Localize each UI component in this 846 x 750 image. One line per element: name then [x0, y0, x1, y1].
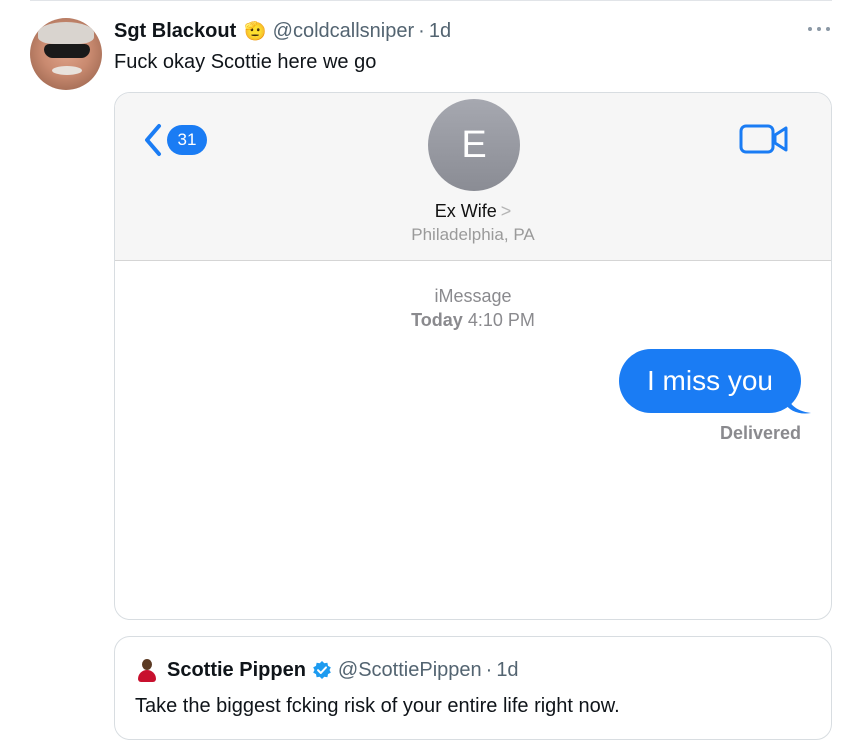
- author-handle[interactable]: @coldcallsniper: [273, 20, 414, 43]
- quoted-author-name[interactable]: Scottie Pippen: [167, 659, 306, 682]
- quoted-tweet-timestamp[interactable]: 1d: [496, 659, 518, 682]
- service-label: iMessage: [434, 286, 512, 306]
- quoted-tweet-text: Take the biggest fcking risk of your ent…: [135, 695, 620, 717]
- video-camera-icon[interactable]: [739, 123, 789, 155]
- contact-location: Philadelphia, PA: [411, 225, 535, 244]
- contact-name-row[interactable]: Ex Wife >: [115, 201, 831, 222]
- author-display-name[interactable]: Sgt Blackout: [114, 20, 236, 43]
- timestamp-time: 4:10 PM: [467, 310, 535, 330]
- back-chevron-icon: [145, 124, 161, 156]
- message-timestamp: Today 4:10 PM: [115, 310, 831, 331]
- separator-dot: ·: [418, 19, 425, 42]
- quoted-tweet[interactable]: Scottie Pippen @ScottiePippen · 1d Take …: [114, 636, 832, 740]
- author-avatar[interactable]: [30, 18, 102, 90]
- delivery-status: Delivered: [719, 423, 801, 443]
- top-divider: [30, 0, 832, 1]
- bubble-tail: [785, 389, 811, 414]
- tweet-timestamp[interactable]: 1d: [429, 20, 451, 43]
- tweet-text: Fuck okay Scottie here we go: [114, 51, 377, 73]
- verified-badge-icon: [313, 661, 331, 679]
- quoted-tweet-header: Scottie Pippen @ScottiePippen · 1d: [135, 657, 519, 683]
- back-button[interactable]: 31: [143, 123, 207, 157]
- contact-avatar[interactable]: E: [428, 99, 520, 191]
- sent-message-bubble[interactable]: I miss you: [618, 349, 801, 413]
- more-icon[interactable]: [808, 26, 830, 32]
- separator-dot: ·: [485, 658, 493, 681]
- contact-name: Ex Wife: [434, 201, 497, 221]
- salute-emoji: 🫡: [244, 20, 267, 41]
- chevron-right-icon: >: [500, 201, 512, 221]
- tweet-media-screenshot[interactable]: 31 E Ex Wife > Philadelphia, PA iMessage …: [114, 92, 832, 620]
- tweet-header: Sgt Blackout 🫡 @coldcallsniper · 1d: [114, 18, 451, 44]
- unread-count-badge: 31: [167, 125, 207, 155]
- quoted-author-handle[interactable]: @ScottiePippen: [338, 659, 482, 682]
- timestamp-day: Today: [411, 310, 463, 330]
- quoted-author-avatar[interactable]: [135, 658, 159, 682]
- imessage-header: 31 E Ex Wife > Philadelphia, PA: [115, 93, 831, 261]
